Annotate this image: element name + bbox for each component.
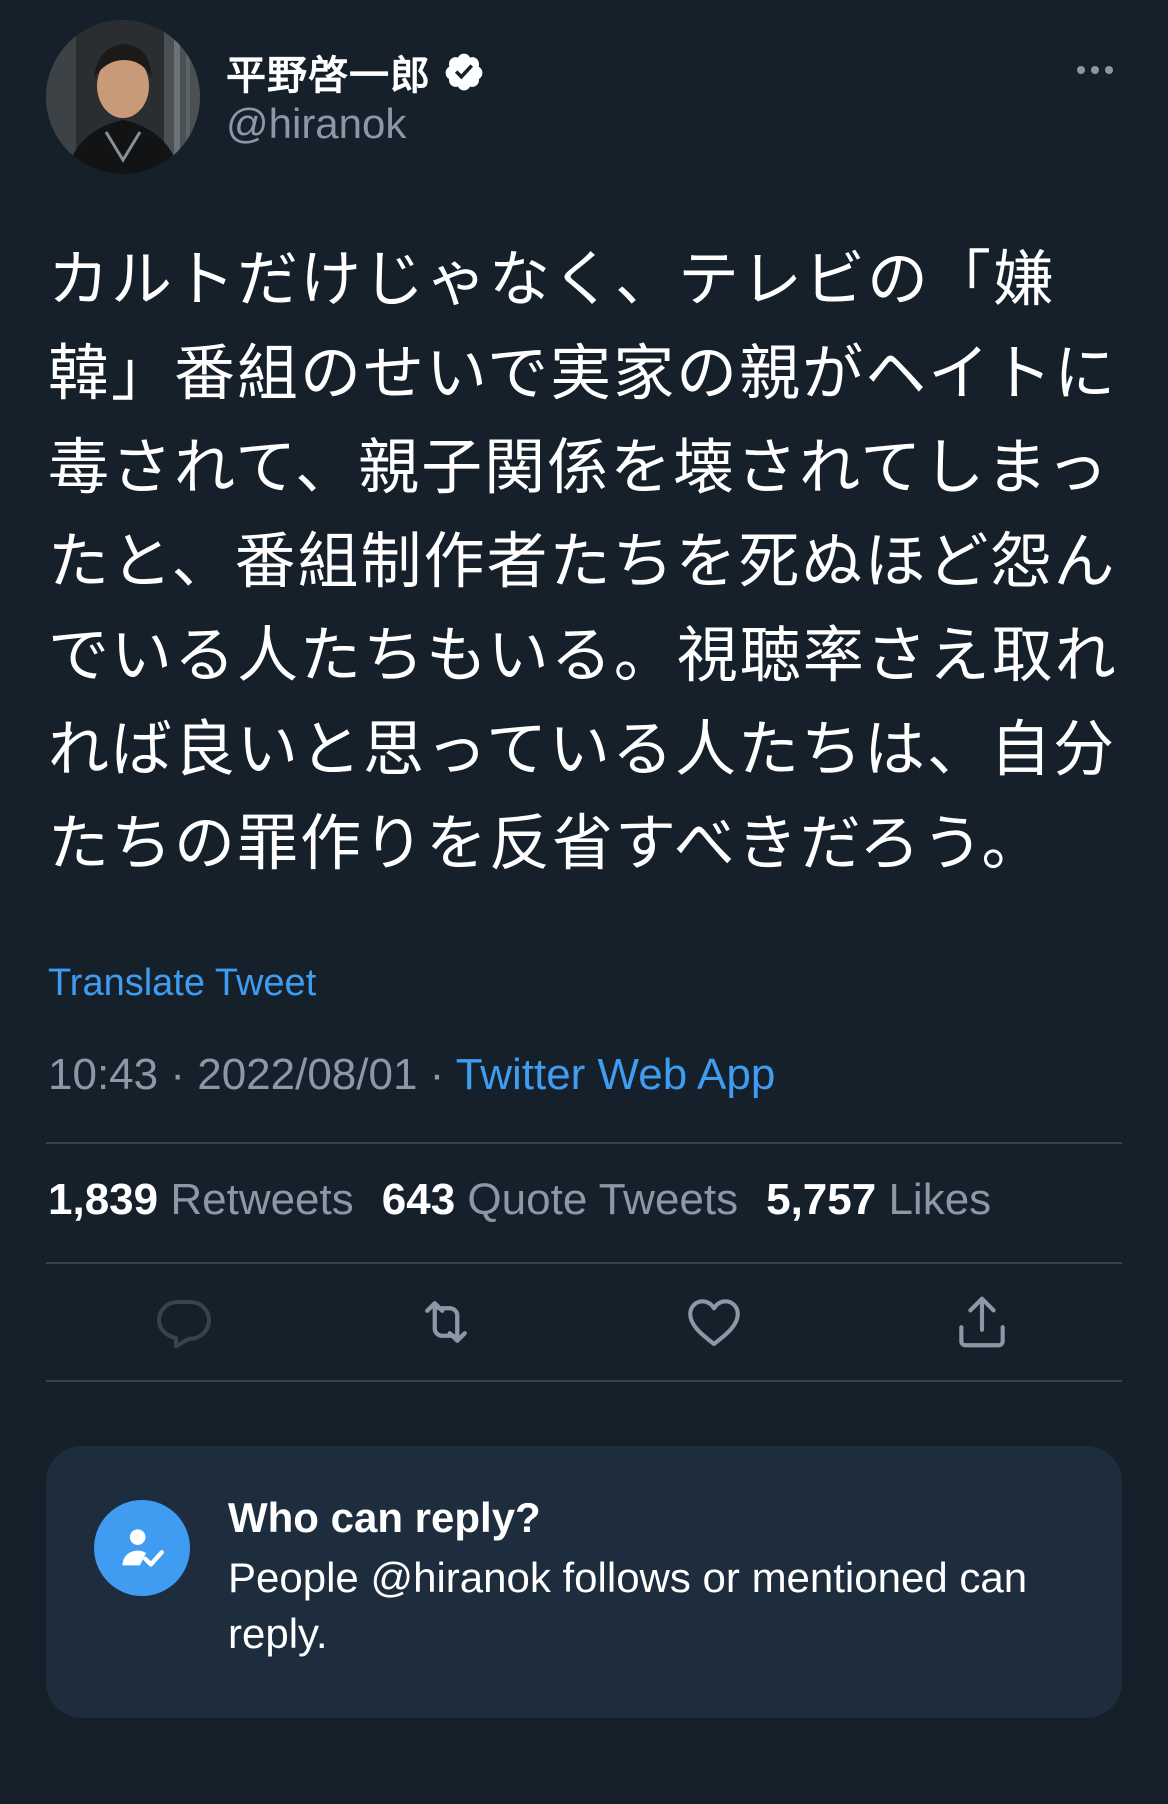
more-dot-icon <box>1077 66 1085 74</box>
tweet-source-link[interactable]: Twitter Web App <box>456 1050 776 1099</box>
who-can-reply-title: Who can reply? <box>228 1494 541 1541</box>
retweets-count: 1,839 <box>48 1175 159 1224</box>
tweet-meta: 10:43 · 2022/08/01 · Twitter Web App <box>48 1050 775 1100</box>
translate-tweet-link[interactable]: Translate Tweet <box>48 962 316 1005</box>
verified-badge-icon <box>443 51 485 93</box>
retweet-button[interactable] <box>414 1290 478 1354</box>
user-check-icon <box>94 1500 190 1596</box>
tweet-text: カルトだけじゃなく、テレビの「嫌韓」番組のせいで実家の親がヘイトに毒されて、親子… <box>48 244 1118 879</box>
more-dot-icon <box>1091 66 1099 74</box>
more-options-button[interactable] <box>1060 50 1130 90</box>
avatar[interactable] <box>46 20 200 174</box>
retweet-icon <box>425 1301 467 1343</box>
likes-count: 5,757 <box>766 1175 877 1224</box>
tweet-action-bar <box>46 1264 1122 1380</box>
who-can-reply-description: People @hiranok follows or mentioned can… <box>228 1554 1028 1657</box>
like-button[interactable] <box>682 1290 746 1354</box>
tweet-date[interactable]: 2022/08/01 <box>197 1050 417 1099</box>
like-icon <box>688 1299 740 1347</box>
author-name-row[interactable]: 平野啓一郎 <box>226 44 485 100</box>
share-button[interactable] <box>950 1290 1014 1354</box>
meta-separator: · <box>158 1050 198 1099</box>
who-can-reply-card: Who can reply? People @hiranok follows o… <box>46 1446 1122 1718</box>
divider <box>46 1380 1122 1382</box>
share-icon <box>959 1296 1005 1348</box>
username-handle[interactable]: @hiranok <box>226 100 406 148</box>
likes-stat[interactable]: 5,757 Likes <box>766 1175 991 1225</box>
retweets-label: Retweets <box>170 1175 354 1224</box>
tweet-time[interactable]: 10:43 <box>48 1050 158 1099</box>
likes-label: Likes <box>888 1175 992 1224</box>
reply-button[interactable] <box>152 1290 216 1354</box>
more-dot-icon <box>1105 66 1113 74</box>
meta-separator: · <box>417 1050 456 1099</box>
quote-tweets-stat[interactable]: 643 Quote Tweets <box>382 1175 738 1225</box>
retweets-stat[interactable]: 1,839 Retweets <box>48 1175 354 1225</box>
reply-icon <box>157 1300 211 1349</box>
divider <box>46 1142 1122 1144</box>
tweet-detail: 平野啓一郎 @hiranok カルトだけじゃなく、テレビの「嫌韓」番組のせいで実… <box>0 0 1168 1804</box>
display-name[interactable]: 平野啓一郎 <box>226 43 431 101</box>
tweet-stats: 1,839 Retweets 643 Quote Tweets 5,757 Li… <box>48 1175 991 1225</box>
quote-tweets-label: Quote Tweets <box>467 1175 739 1224</box>
quote-tweets-count: 643 <box>381 1175 456 1224</box>
